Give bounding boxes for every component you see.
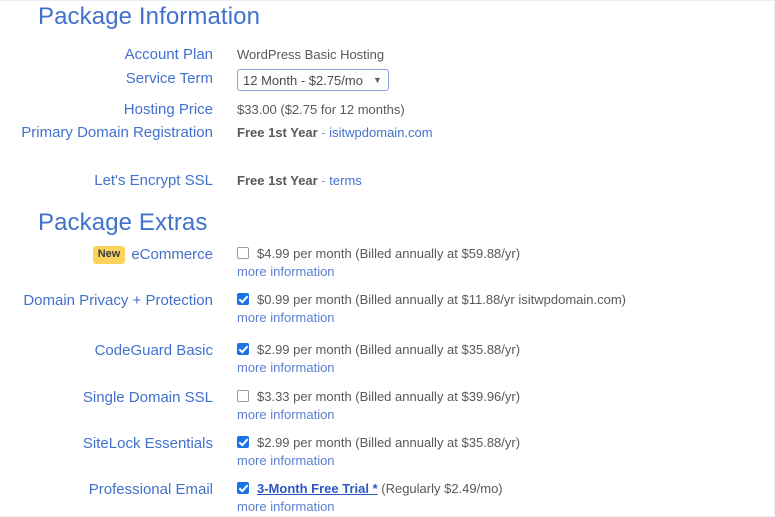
account-plan-text: WordPress Basic Hosting bbox=[237, 47, 385, 62]
extra-label-domain-privacy: Domain Privacy + Protection bbox=[23, 292, 213, 309]
chevron-down-icon: ▼ bbox=[372, 74, 382, 85]
primary-domain-link[interactable]: isitwpdomain.com bbox=[329, 125, 432, 140]
extra-price-codeguard: $2.99 per month (Billed annually at $35.… bbox=[257, 342, 521, 357]
professional-email-offer: 3-Month Free Trial * (Regularly $2.49/mo… bbox=[257, 480, 503, 497]
primary-domain-separator: - bbox=[317, 125, 330, 140]
extra-right-sitelock: $2.99 per month (Billed annually at $35.… bbox=[237, 434, 520, 469]
extra-price-line-codeguard: $2.99 per month (Billed annually at $35.… bbox=[237, 341, 520, 358]
extra-right-single-domain-ssl: $3.33 per month (Billed annually at $39.… bbox=[237, 388, 520, 423]
package-information-heading: Package Information bbox=[38, 3, 261, 30]
extra-label-ecommerce: New eCommerce bbox=[0, 245, 213, 265]
extra-price-line-professional-email: 3-Month Free Trial * (Regularly $2.49/mo… bbox=[237, 480, 503, 497]
value-service-term: 12 Month - $2.75/mo ▼ bbox=[237, 69, 389, 91]
value-primary-domain-registration: Free 1st Year - isitwpdomain.com bbox=[237, 123, 433, 142]
extra-right-codeguard: $2.99 per month (Billed annually at $35.… bbox=[237, 341, 520, 376]
more-information-link-ecommerce[interactable]: more information bbox=[237, 263, 520, 280]
extra-label-sitelock: SiteLock Essentials bbox=[82, 435, 213, 452]
more-information-link-professional-email[interactable]: more information bbox=[237, 498, 503, 515]
row-service-term: Service Term 12 Month - $2.75/mo ▼ bbox=[0, 69, 774, 91]
extra-price-single-domain-ssl: $3.33 per month (Billed annually at $39.… bbox=[257, 389, 521, 404]
checkbox-sitelock[interactable] bbox=[237, 436, 249, 448]
extra-price-line-ecommerce: $4.99 per month (Billed annually at $59.… bbox=[237, 245, 520, 262]
extra-label-text-ecommerce: eCommerce bbox=[131, 246, 213, 263]
more-information-link-codeguard[interactable]: more information bbox=[237, 359, 520, 376]
label-lets-encrypt-ssl: Let's Encrypt SSL bbox=[94, 172, 213, 189]
extra-row-codeguard: CodeGuard Basic $2.99 per month (Billed … bbox=[0, 341, 774, 376]
new-badge-icon: New bbox=[92, 246, 126, 264]
extra-row-ecommerce: New eCommerce $4.99 per month (Billed ann… bbox=[0, 245, 774, 280]
ssl-free-text: Free 1st Year bbox=[237, 173, 318, 188]
label-hosting-price: Hosting Price bbox=[123, 101, 213, 118]
extra-right-professional-email: 3-Month Free Trial * (Regularly $2.49/mo… bbox=[237, 480, 503, 515]
extra-price-sitelock: $2.99 per month (Billed annually at $35.… bbox=[257, 435, 521, 450]
checkbox-domain-privacy[interactable] bbox=[237, 293, 249, 305]
service-term-select[interactable]: 12 Month - $2.75/mo ▼ bbox=[237, 69, 389, 91]
row-account-plan: Account Plan WordPress Basic Hosting bbox=[0, 45, 774, 65]
extra-row-professional-email: Professional Email 3-Month Free Trial * … bbox=[0, 480, 774, 515]
free-trial-link[interactable]: 3-Month Free Trial * bbox=[257, 481, 378, 496]
package-extras-heading: Package Extras bbox=[38, 209, 208, 236]
extra-right-domain-privacy: $0.99 per month (Billed annually at $11.… bbox=[237, 291, 626, 326]
hosting-price-text: $33.00 ($2.75 for 12 months) bbox=[237, 102, 405, 117]
value-hosting-price: $33.00 ($2.75 for 12 months) bbox=[237, 100, 405, 119]
label-account-plan: Account Plan bbox=[124, 46, 213, 63]
extra-label-professional-email: Professional Email bbox=[88, 481, 213, 498]
more-information-link-sitelock[interactable]: more information bbox=[237, 452, 520, 469]
value-account-plan: WordPress Basic Hosting bbox=[237, 45, 384, 64]
extra-label-codeguard: CodeGuard Basic bbox=[94, 342, 213, 359]
extra-label-single-domain-ssl: Single Domain SSL bbox=[82, 389, 213, 406]
ssl-terms-link[interactable]: terms bbox=[329, 173, 362, 188]
checkbox-single-domain-ssl[interactable] bbox=[237, 390, 249, 402]
professional-email-regular-price: (Regularly $2.49/mo) bbox=[377, 481, 503, 496]
extra-right-ecommerce: $4.99 per month (Billed annually at $59.… bbox=[237, 245, 520, 280]
extra-price-line-single-domain-ssl: $3.33 per month (Billed annually at $39.… bbox=[237, 388, 520, 405]
checkbox-ecommerce[interactable] bbox=[237, 247, 249, 259]
extra-price-domain-privacy: $0.99 per month (Billed annually at $11.… bbox=[257, 292, 627, 307]
extra-row-domain-privacy: Domain Privacy + Protection $0.99 per mo… bbox=[0, 291, 774, 326]
package-configuration-panel: Package Information Account Plan WordPre… bbox=[0, 0, 775, 517]
row-hosting-price: Hosting Price $33.00 ($2.75 for 12 month… bbox=[0, 100, 774, 120]
more-information-link-domain-privacy[interactable]: more information bbox=[237, 309, 626, 326]
primary-domain-free-text: Free 1st Year bbox=[237, 125, 318, 140]
value-lets-encrypt-ssl: Free 1st Year - terms bbox=[237, 171, 362, 190]
extra-row-single-domain-ssl: Single Domain SSL $3.33 per month (Bille… bbox=[0, 388, 774, 423]
checkbox-professional-email[interactable] bbox=[237, 482, 249, 494]
service-term-selected-value: 12 Month - $2.75/mo bbox=[243, 72, 363, 88]
more-information-link-single-domain-ssl[interactable]: more information bbox=[237, 406, 520, 423]
row-primary-domain-registration: Primary Domain Registration Free 1st Yea… bbox=[0, 123, 774, 143]
extra-row-sitelock: SiteLock Essentials $2.99 per month (Bil… bbox=[0, 434, 774, 469]
extra-price-ecommerce: $4.99 per month (Billed annually at $59.… bbox=[257, 246, 521, 261]
label-service-term: Service Term bbox=[125, 70, 213, 87]
checkbox-codeguard[interactable] bbox=[237, 343, 249, 355]
extra-price-line-domain-privacy: $0.99 per month (Billed annually at $11.… bbox=[237, 291, 626, 308]
ssl-separator: - bbox=[317, 173, 330, 188]
label-primary-domain-registration: Primary Domain Registration bbox=[21, 124, 213, 141]
row-lets-encrypt-ssl: Let's Encrypt SSL Free 1st Year - terms bbox=[0, 171, 774, 191]
extra-price-line-sitelock: $2.99 per month (Billed annually at $35.… bbox=[237, 434, 520, 451]
